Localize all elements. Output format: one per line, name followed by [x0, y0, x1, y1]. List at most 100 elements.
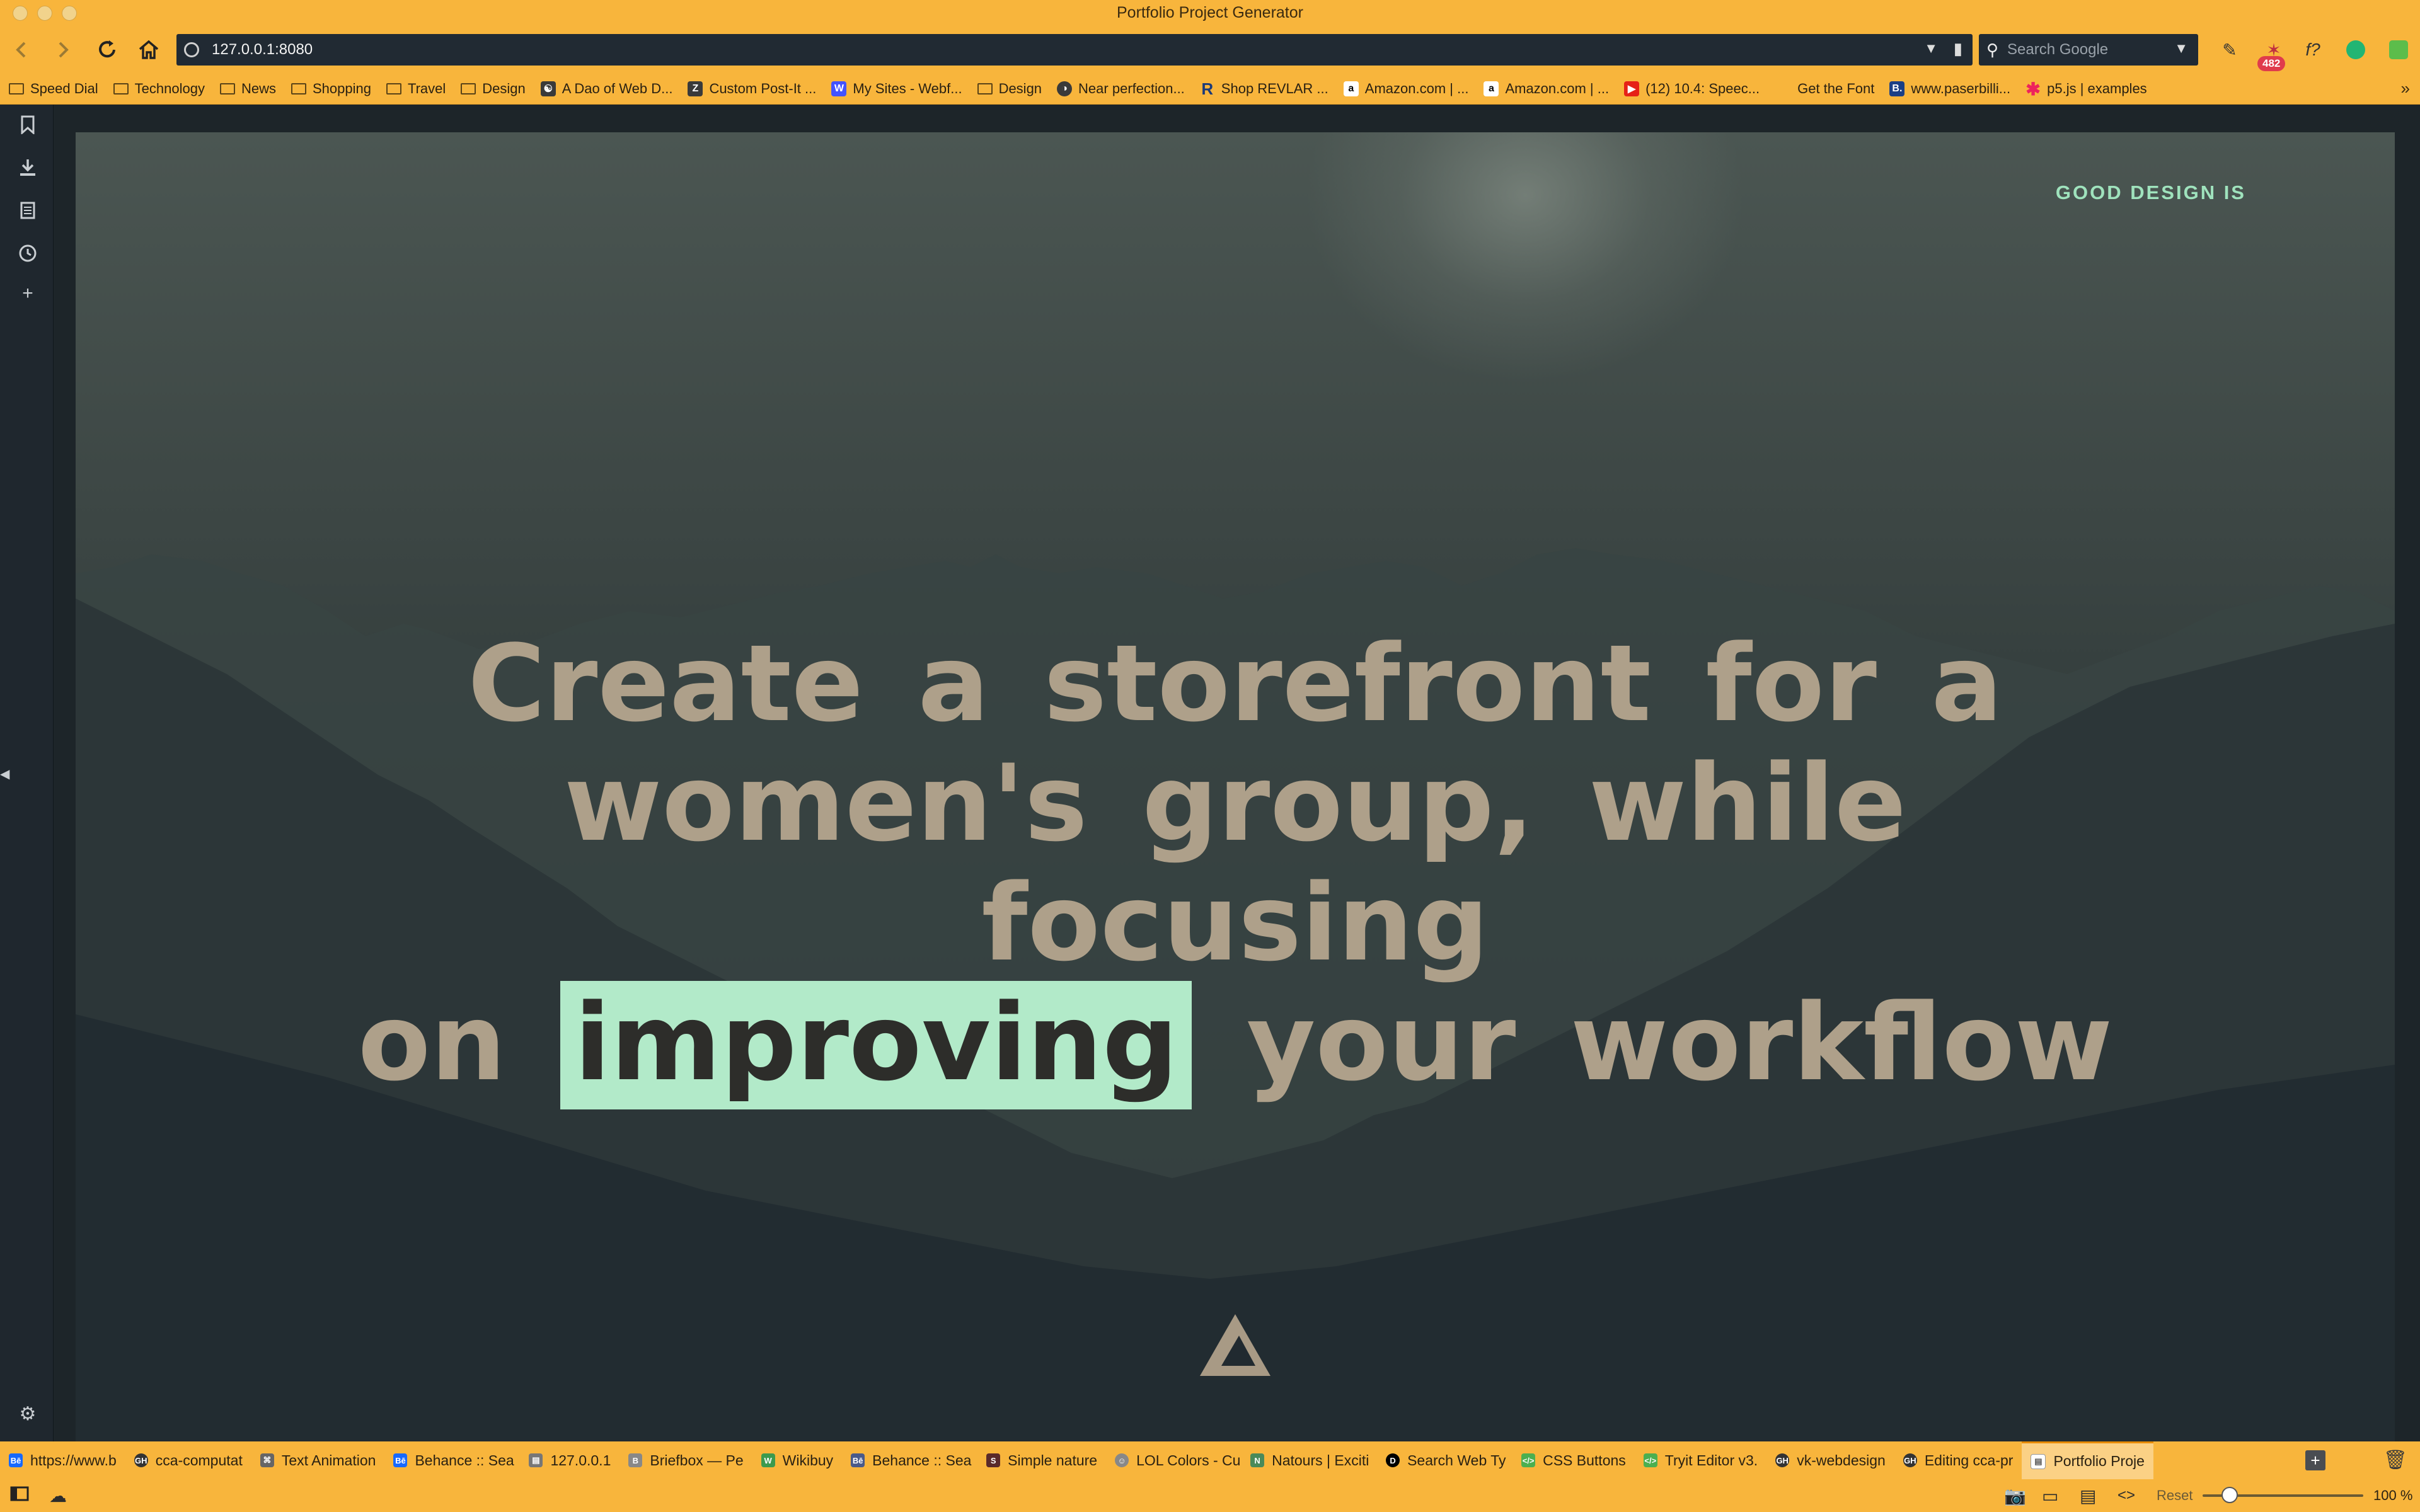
behance-icon: Bē: [393, 1453, 408, 1467]
tab[interactable]: ▤ 127.0.0.1: [520, 1441, 619, 1479]
tab[interactable]: </> Tryit Editor v3.: [1635, 1441, 1766, 1479]
font-extension-icon[interactable]: f?: [2300, 37, 2325, 62]
bookmark-item[interactable]: Shopping: [291, 81, 371, 97]
zoom-slider-handle[interactable]: [2221, 1487, 2238, 1503]
tab[interactable]: ☺ LOL Colors - Cu: [1106, 1441, 1242, 1479]
bookmarks-overflow-icon[interactable]: »: [2401, 79, 2410, 98]
tab[interactable]: GH vk-webdesign: [1766, 1441, 1894, 1479]
panel-toggle-icon[interactable]: ◀: [0, 766, 9, 782]
bookmark-item[interactable]: ☯ A Dao of Web D...: [540, 81, 672, 97]
tab[interactable]: GH cca-computat: [125, 1441, 251, 1479]
bookmark-item[interactable]: Design: [461, 81, 526, 97]
clock-icon: [19, 244, 37, 262]
zoom-level: 100 %: [2373, 1487, 2413, 1503]
grammarly-extension-icon[interactable]: [2343, 37, 2368, 62]
eyedropper-extension-icon[interactable]: ✎: [2217, 37, 2242, 62]
bookmark-item[interactable]: Design: [977, 81, 1042, 97]
bookmark-item[interactable]: Travel: [386, 81, 446, 97]
bookmark-item[interactable]: Z Custom Post-It ...: [688, 81, 816, 97]
downloads-panel-icon[interactable]: [16, 156, 39, 179]
headline-highlight: improving: [560, 981, 1192, 1109]
arrow-right-icon: [59, 42, 69, 58]
briefbox-icon: B: [628, 1453, 643, 1467]
tab[interactable]: N Natours | Exciti: [1242, 1441, 1377, 1479]
site-info-icon[interactable]: [184, 42, 199, 57]
tab[interactable]: W Wikibuy: [752, 1441, 843, 1479]
tab-label: Wikibuy: [782, 1452, 834, 1469]
history-panel-icon[interactable]: [16, 242, 39, 265]
tab[interactable]: B Briefbox — Pe: [619, 1441, 752, 1479]
bookmark-item[interactable]: W My Sites - Webf...: [831, 81, 962, 97]
url-dropdown-icon[interactable]: ▼: [1924, 40, 1938, 57]
logo-triangle-icon[interactable]: [1197, 1310, 1273, 1380]
new-tab-button[interactable]: +: [2305, 1450, 2325, 1470]
bookmark-item[interactable]: a Amazon.com | ...: [1484, 81, 1609, 97]
bookmark-item[interactable]: ▶ (12) 10.4: Speec...: [1624, 81, 1760, 97]
bookmark-panel-icon[interactable]: [16, 113, 39, 136]
zoom-reset-button[interactable]: Reset: [2157, 1487, 2192, 1504]
bookmark-page-icon[interactable]: ▮: [1954, 39, 1962, 59]
tab[interactable]: ⌘ Text Animation: [251, 1441, 385, 1479]
github-icon: GH: [134, 1453, 148, 1467]
bookmark-item[interactable]: Get the Font: [1797, 81, 1874, 97]
panel-toggle-button[interactable]: [10, 1486, 29, 1506]
cloud-sync-icon[interactable]: ☁: [49, 1486, 67, 1506]
hero-headline: Create a storefront for a women's group,…: [340, 622, 2130, 1109]
home-button[interactable]: [134, 35, 164, 65]
tab[interactable]: Bē https://www.b: [0, 1441, 125, 1479]
site-icon: Z: [688, 81, 703, 96]
tab[interactable]: Bē Behance :: Sea: [384, 1441, 520, 1479]
window-title: Portfolio Project Generator: [1117, 4, 1303, 21]
address-bar[interactable]: 127.0.0.1:8080 ▼ ▮: [176, 34, 1973, 66]
amazon-icon: a: [1343, 81, 1359, 96]
tiling-icon[interactable]: ▭: [2042, 1486, 2058, 1506]
site-icon: R: [1201, 79, 1214, 98]
tab[interactable]: </> CSS Buttons: [1512, 1441, 1635, 1479]
page-icon: ▤: [2031, 1453, 2046, 1469]
settings-gear-icon[interactable]: ⚙: [16, 1402, 39, 1425]
home-icon: [139, 40, 159, 59]
tab-label: Behance :: Sea: [872, 1452, 972, 1469]
bookmark-item[interactable]: ◑ Near perfection...: [1057, 81, 1185, 97]
bookmark-item[interactable]: R Shop REVLAR ...: [1200, 79, 1328, 98]
search-field[interactable]: ⚲ Search Google ▼: [1979, 34, 2198, 66]
page-actions-icon[interactable]: <>: [2118, 1487, 2135, 1504]
natours-icon: N: [1250, 1453, 1265, 1467]
tab[interactable]: Bē Behance :: Sea: [842, 1441, 977, 1479]
forward-button[interactable]: [48, 35, 78, 65]
search-placeholder[interactable]: Search Google: [2007, 41, 2108, 59]
folder-icon: [977, 83, 993, 94]
add-panel-icon[interactable]: +: [16, 282, 39, 305]
extension-badge: 482: [2257, 56, 2286, 71]
bookmark-item[interactable]: a Amazon.com | ...: [1343, 81, 1468, 97]
cors-extension-icon[interactable]: [2386, 37, 2411, 62]
minimize-window-button[interactable]: [37, 6, 52, 21]
bookmark-item[interactable]: Speed Dial: [9, 81, 98, 97]
folder-icon: [9, 83, 24, 94]
bookmark-item[interactable]: News: [219, 81, 276, 97]
bookmark-item[interactable]: B. www.paserbilli...: [1889, 81, 2010, 97]
site-icon: ◑: [1057, 81, 1073, 96]
tab[interactable]: D Search Web Ty: [1377, 1441, 1512, 1479]
tab[interactable]: S Simple nature: [977, 1441, 1106, 1479]
search-engine-dropdown-icon[interactable]: ▼: [2174, 40, 2188, 57]
zoom-window-button[interactable]: [62, 6, 77, 21]
notes-panel-icon[interactable]: [16, 199, 39, 222]
tab[interactable]: GH Editing cca-pr: [1894, 1441, 2022, 1479]
headline-line-1: Create a storefront for a: [468, 622, 2003, 745]
camera-icon[interactable]: 📷: [2004, 1486, 2026, 1506]
bookmark-item[interactable]: ✱ p5.js | examples: [2025, 79, 2146, 99]
back-button[interactable]: [6, 35, 37, 65]
reload-button[interactable]: [92, 35, 122, 65]
url-text[interactable]: 127.0.0.1:8080: [212, 41, 313, 59]
image-icon[interactable]: ▤: [2080, 1486, 2096, 1506]
arrow-left-icon: [16, 42, 26, 58]
star-icon: ✱: [2025, 79, 2041, 99]
trash-icon[interactable]: 🗑: [2383, 1449, 2407, 1471]
bookmark-item[interactable]: Technology: [113, 81, 205, 97]
site-icon: D: [1386, 1453, 1400, 1467]
close-window-button[interactable]: [13, 6, 28, 21]
tab-active[interactable]: ▤ Portfolio Proje: [2022, 1441, 2153, 1479]
search-icon: ⚲: [1986, 40, 1999, 59]
tab-label: Briefbox — Pe: [650, 1452, 744, 1469]
